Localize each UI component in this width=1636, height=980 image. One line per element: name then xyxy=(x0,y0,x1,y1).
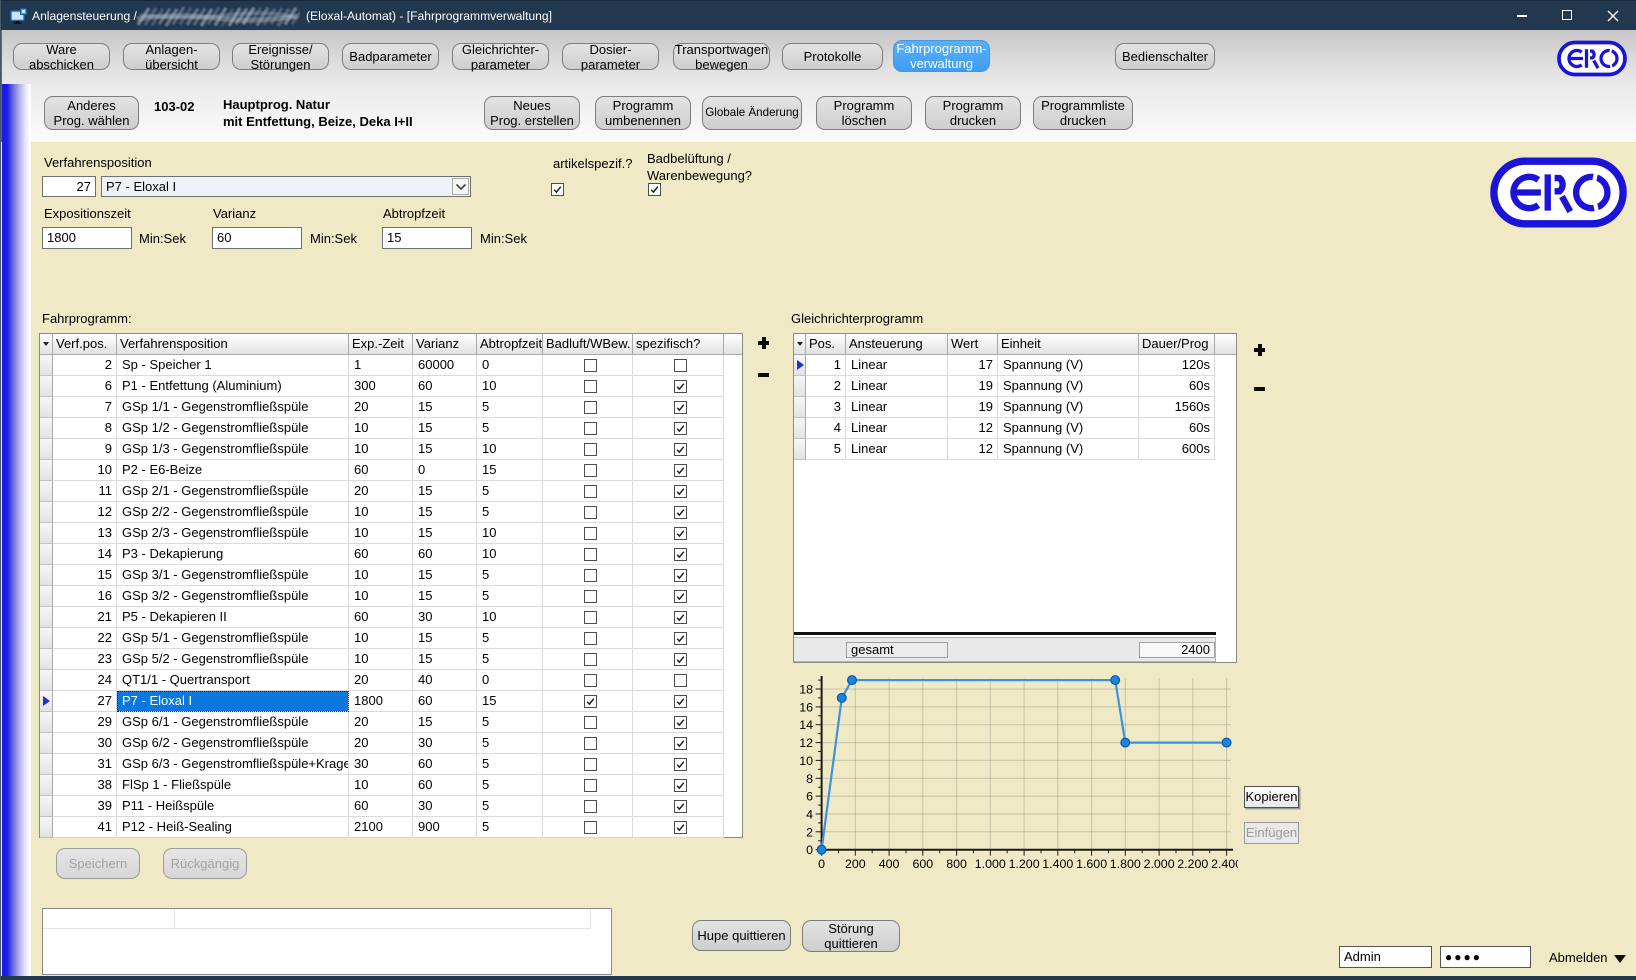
svg-text:1.600: 1.600 xyxy=(1076,857,1107,871)
svg-text:12: 12 xyxy=(799,736,813,750)
svg-text:6: 6 xyxy=(806,790,813,804)
svg-text:16: 16 xyxy=(799,700,813,714)
svg-text:18: 18 xyxy=(799,683,813,697)
svg-text:2.000: 2.000 xyxy=(1144,857,1175,871)
svg-text:4: 4 xyxy=(806,808,813,822)
svg-text:1.000: 1.000 xyxy=(975,857,1006,871)
svg-text:400: 400 xyxy=(879,857,900,871)
svg-text:2.400: 2.400 xyxy=(1211,857,1238,871)
svg-text:1.800: 1.800 xyxy=(1110,857,1141,871)
svg-text:600: 600 xyxy=(912,857,933,871)
svg-text:800: 800 xyxy=(946,857,967,871)
svg-text:2: 2 xyxy=(806,825,813,839)
svg-text:2.200: 2.200 xyxy=(1177,857,1208,871)
svg-text:0: 0 xyxy=(806,843,813,857)
svg-text:8: 8 xyxy=(806,772,813,786)
svg-text:1.200: 1.200 xyxy=(1009,857,1040,871)
svg-text:200: 200 xyxy=(845,857,866,871)
svg-text:10: 10 xyxy=(799,754,813,768)
svg-text:1.400: 1.400 xyxy=(1042,857,1073,871)
svg-text:0: 0 xyxy=(818,857,825,871)
svg-text:14: 14 xyxy=(799,718,813,732)
